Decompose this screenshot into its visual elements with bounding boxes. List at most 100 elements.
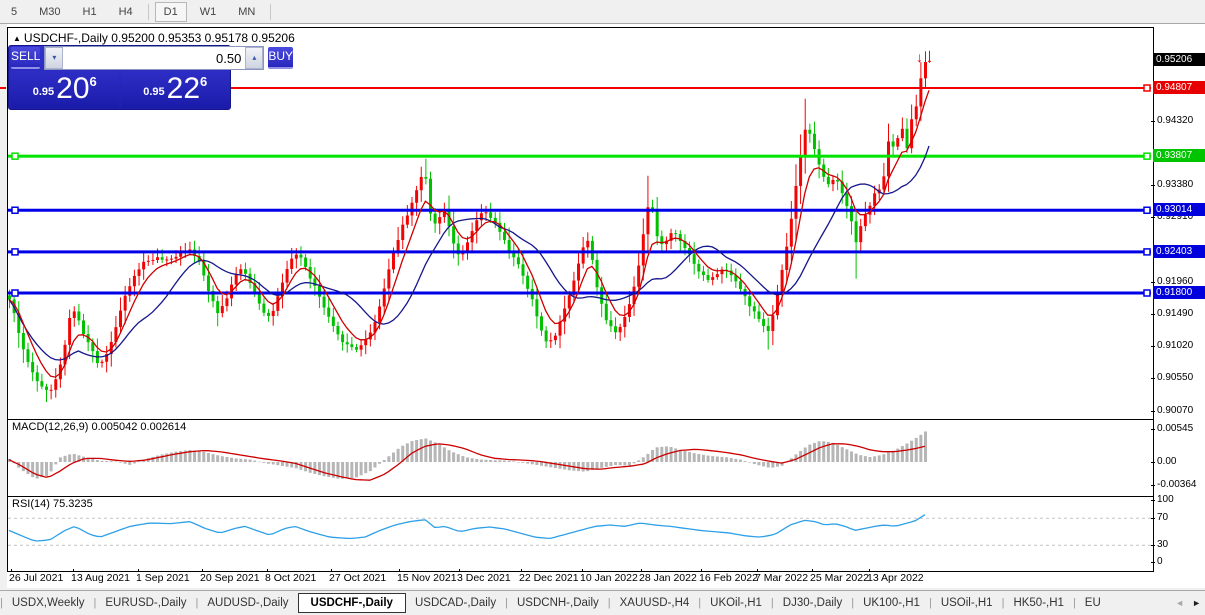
x-axis-label: 10 Jan 2022: [580, 572, 638, 584]
y-axis-tick: [1151, 346, 1155, 347]
y-axis-label: 0.90070: [1157, 405, 1194, 416]
timeframe-toolbar: 5 M30 H1 H4 D1 W1 MN: [0, 0, 1205, 24]
y-axis-price-box: 0.92403: [1153, 245, 1205, 258]
buy-price-pip: 6: [200, 74, 208, 89]
toolbar-separator: [147, 3, 149, 20]
tab-hk50-h1[interactable]: HK50-,H1: [1004, 594, 1073, 612]
y-axis-tick: [1151, 314, 1155, 315]
x-axis-label: 20 Sep 2021: [200, 572, 260, 584]
tab-usdcnh-daily[interactable]: USDCNH-,Daily: [508, 594, 608, 612]
y-axis-label: 0.90550: [1157, 372, 1194, 383]
tab-usdcad-daily[interactable]: USDCAD-,Daily: [406, 594, 505, 612]
tab-eurusd-daily[interactable]: EURUSD-,Daily: [96, 594, 195, 612]
y-axis-tick: [1151, 462, 1155, 463]
timeframe-button-m30[interactable]: M30: [30, 2, 69, 22]
tab-usoil-h1[interactable]: USOil-,H1: [932, 594, 1002, 612]
x-axis-label: 7 Mar 2022: [755, 572, 809, 584]
x-axis-label: 26 Jul 2021: [9, 572, 64, 584]
buy-price-button[interactable]: 0.95 22 6: [121, 71, 229, 108]
y-axis-label: 0: [1157, 556, 1163, 567]
tab-usdx-weekly[interactable]: USDX,Weekly: [3, 594, 94, 612]
chart-title: ▲ USDCHF-,Daily 0.95200 0.95353 0.95178 0…: [13, 31, 295, 45]
volume-decrease-icon[interactable]: ▾: [45, 47, 64, 69]
x-axis-label: 15 Nov 2021: [397, 572, 457, 584]
timeframe-button-d1[interactable]: D1: [154, 1, 187, 22]
y-axis-label: 100: [1157, 494, 1174, 505]
sell-price-pip: 6: [89, 74, 97, 89]
x-axis-tick: [641, 569, 642, 572]
y-axis-tick: [1151, 411, 1155, 412]
svg-text:↓: ↓: [916, 49, 923, 65]
y-axis-label: -0.00364: [1157, 479, 1197, 490]
x-axis-tick: [757, 569, 758, 572]
sell-price-button[interactable]: 0.95 20 6: [11, 71, 119, 108]
y-axis-label: 70: [1157, 512, 1169, 523]
y-axis-label: 0.91020: [1157, 340, 1194, 351]
volume-input[interactable]: [63, 47, 246, 69]
timeframe-button-w1[interactable]: W1: [191, 2, 226, 22]
chart-tab-bar: | USDX,Weekly | EURUSD-,Daily | AUDUSD-,Daily…: [0, 590, 1205, 615]
tab-ukoil-h1[interactable]: UKOil-,H1: [701, 594, 771, 612]
y-axis-tick: [1151, 500, 1155, 501]
y-axis-price-box: 0.91800: [1153, 286, 1205, 299]
x-axis-label: 16 Feb 2022: [699, 572, 758, 584]
x-axis-tick: [701, 569, 702, 572]
buy-price-small: 0.95: [143, 86, 165, 98]
y-axis-tick: [1151, 518, 1155, 519]
volume-increase-icon[interactable]: ▴: [245, 47, 264, 69]
y-axis-tick: [1151, 562, 1155, 563]
x-axis-tick: [582, 569, 583, 572]
y-axis-tick: [1151, 545, 1155, 546]
tab-xauusd-h4[interactable]: XAUUSD-,H4: [611, 594, 699, 612]
y-axis-label: 0.93380: [1157, 179, 1194, 190]
tab-scroll-left-icon[interactable]: ◄: [1171, 596, 1188, 610]
y-axis-price-box: 0.95206: [1153, 53, 1205, 66]
resistance-line-edge-tick: [0, 87, 6, 89]
y-axis-price-box: 0.93014: [1153, 203, 1205, 216]
timeframe-button-mn[interactable]: MN: [229, 2, 264, 22]
y-axis-tick: [1151, 217, 1155, 218]
x-axis-tick: [138, 569, 139, 572]
x-axis-tick: [202, 569, 203, 572]
x-axis-tick: [459, 569, 460, 572]
y-axis-tick: [1151, 378, 1155, 379]
x-axis-tick: [11, 569, 12, 572]
timeframe-button-h1[interactable]: H1: [74, 2, 106, 22]
tab-audusd-daily[interactable]: AUDUSD-,Daily: [198, 594, 297, 612]
tab-scroll-right-icon[interactable]: ►: [1188, 596, 1205, 610]
y-axis-label: 0.91490: [1157, 308, 1194, 319]
x-axis-label: 1 Sep 2021: [136, 572, 190, 584]
sell-price-small: 0.95: [32, 86, 55, 98]
one-click-trading-panel: SELL ▾ ▴ BUY 0.95 20 6 0.95 22 6: [8, 45, 294, 110]
timeframe-button-h4[interactable]: H4: [110, 2, 142, 22]
x-axis-label: 27 Oct 2021: [329, 572, 387, 584]
x-axis-tick: [869, 569, 870, 572]
volume-spinner: ▾ ▴: [44, 46, 265, 70]
y-axis-price-box: 0.93807: [1153, 149, 1205, 162]
tab-dj30-daily[interactable]: DJ30-,Daily: [774, 594, 851, 612]
x-axis-label: 28 Jan 2022: [639, 572, 697, 584]
x-axis-tick: [521, 569, 522, 572]
y-axis-tick: [1151, 185, 1155, 186]
sell-price-big: 20: [56, 72, 90, 105]
tab-usdchf-daily[interactable]: USDCHF-,Daily: [297, 593, 406, 613]
buy-button[interactable]: BUY: [268, 47, 294, 69]
timeframe-button-5[interactable]: 5: [2, 2, 26, 22]
y-axis-price-box: 0.94807: [1153, 81, 1205, 94]
y-axis-label: 0.00545: [1157, 423, 1194, 434]
rsi-pane[interactable]: [7, 496, 1154, 572]
chart-title-text: USDCHF-,Daily 0.95200 0.95353 0.95178 0.…: [23, 31, 295, 45]
x-axis-label: 13 Aug 2021: [71, 572, 130, 584]
tab-eu[interactable]: EU: [1076, 594, 1110, 612]
x-axis-label: 8 Oct 2021: [265, 572, 317, 584]
macd-label: MACD(12,26,9) 0.005042 0.002614: [12, 421, 187, 433]
x-axis-label: 22 Dec 2021: [519, 572, 579, 584]
buy-price-big: 22: [166, 72, 201, 105]
collapse-panel-icon[interactable]: ▲: [13, 34, 21, 43]
tab-uk100-h1[interactable]: UK100-,H1: [854, 594, 929, 612]
sell-button[interactable]: SELL: [11, 47, 41, 69]
y-axis-label: 30: [1157, 539, 1169, 550]
rsi-label: RSI(14) 75.3235: [12, 498, 93, 510]
y-axis-tick: [1151, 429, 1155, 430]
x-axis-tick: [331, 569, 332, 572]
